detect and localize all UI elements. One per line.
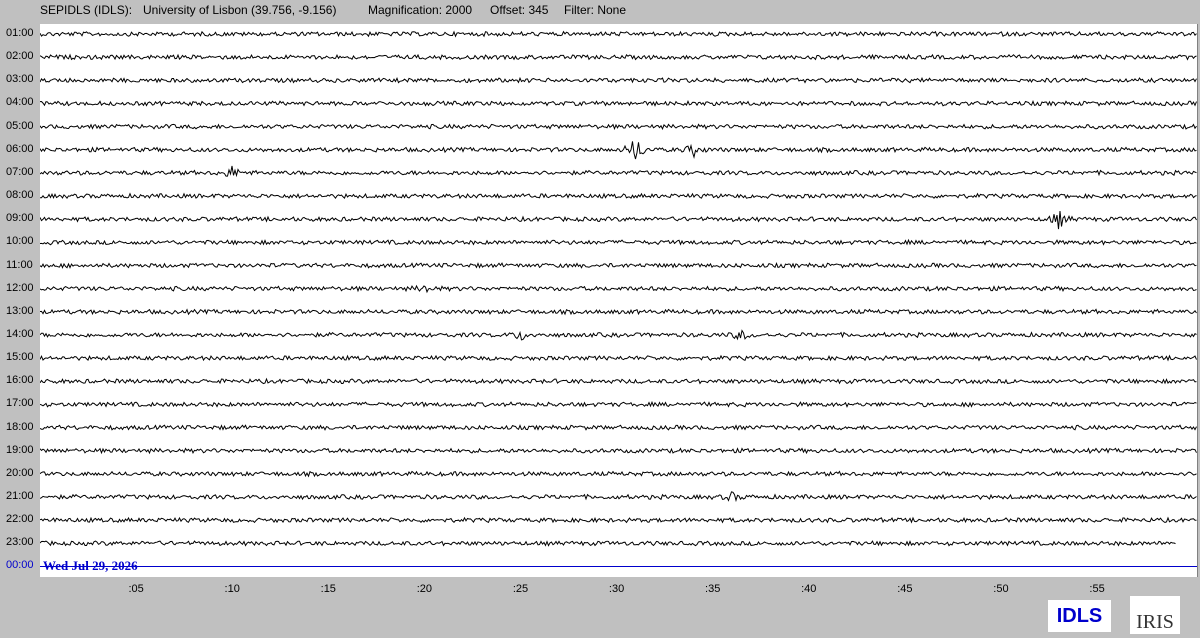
seismogram-traces (40, 30, 1197, 567)
hour-label: 00:00 (6, 559, 34, 572)
hour-label: 18:00 (6, 420, 34, 433)
seismogram-trace (40, 210, 1197, 230)
hour-label: 17:00 (6, 397, 34, 410)
minute-tick-label: :35 (705, 583, 721, 595)
station-id: SEPIDLS (IDLS): (40, 3, 133, 17)
minute-tick-label: :25 (512, 583, 529, 595)
seismogram-trace (40, 540, 1176, 547)
date-label: Wed Jul 29, 2026 (43, 558, 138, 573)
minute-tick-label: :50 (993, 583, 1009, 595)
seismogram-trace (40, 284, 1197, 294)
hour-label: 23:00 (6, 536, 34, 549)
minute-tick-label: :45 (897, 583, 913, 595)
seismogram-trace (40, 491, 1197, 503)
seismogram-trace (40, 165, 1197, 178)
seismogram-trace (40, 238, 1197, 246)
offset-readout: Offset: 345 (490, 3, 549, 17)
hour-label: 12:00 (6, 281, 34, 294)
seismogram-trace (40, 400, 1197, 408)
hour-label: 01:00 (6, 27, 34, 39)
minute-tick-label: :10 (224, 583, 240, 595)
seismogram-trace (40, 470, 1197, 478)
minute-tick-label: :40 (801, 583, 817, 595)
hour-label: 13:00 (6, 304, 34, 317)
header-bar: SEPIDLS (IDLS): University of Lisbon (39… (0, 0, 1200, 22)
station-location: University of Lisbon (39.756, -9.156) (143, 3, 337, 17)
hour-label: 20:00 (6, 466, 34, 479)
seismogram-trace (40, 99, 1197, 107)
seismogram-trace (40, 76, 1197, 84)
seismogram-trace (40, 53, 1197, 61)
minute-tick-label: :20 (416, 583, 433, 595)
seismogram-trace (40, 192, 1197, 200)
helicorder-plot (40, 24, 1198, 577)
hour-label: 07:00 (6, 165, 34, 178)
minute-tick-label: :30 (608, 583, 625, 595)
hour-label: 10:00 (6, 235, 34, 248)
hour-label: 21:00 (6, 490, 34, 502)
hour-label: 04:00 (6, 96, 34, 109)
hour-label: 19:00 (6, 443, 34, 456)
hour-label: 03:00 (6, 73, 34, 86)
idls-logo: IDLS (1048, 600, 1111, 632)
hour-label: 06:00 (6, 142, 34, 155)
seismogram-trace (40, 354, 1197, 362)
hour-label: 08:00 (6, 189, 34, 202)
hour-label: 09:00 (6, 212, 34, 225)
hour-label: 05:00 (6, 119, 34, 132)
seismogram-trace (40, 261, 1197, 269)
hour-label: 11:00 (6, 258, 33, 271)
hour-label: 22:00 (6, 513, 34, 526)
hour-label: 16:00 (6, 374, 34, 387)
seismogram-trace (40, 377, 1197, 385)
seismogram-trace (40, 516, 1197, 524)
seismogram-trace (40, 308, 1197, 316)
seismogram-trace (40, 329, 1197, 341)
seismogram-trace (40, 141, 1197, 160)
seismogram-trace (40, 123, 1197, 131)
hour-label: 02:00 (6, 50, 34, 63)
seismogram-trace (40, 447, 1197, 455)
filter-readout: Filter: None (564, 3, 627, 17)
seismogram-trace (40, 30, 1197, 38)
magnification-readout: Magnification: 2000 (368, 3, 473, 17)
minute-tick-label: :05 (128, 583, 144, 595)
minute-tick-label: :15 (320, 583, 336, 595)
minute-tick-label: :55 (1089, 583, 1105, 595)
hour-label: 15:00 (6, 351, 34, 364)
seismogram-trace (40, 424, 1197, 431)
iris-logo: IRIS (1130, 596, 1180, 634)
hour-label: 14:00 (6, 327, 34, 340)
